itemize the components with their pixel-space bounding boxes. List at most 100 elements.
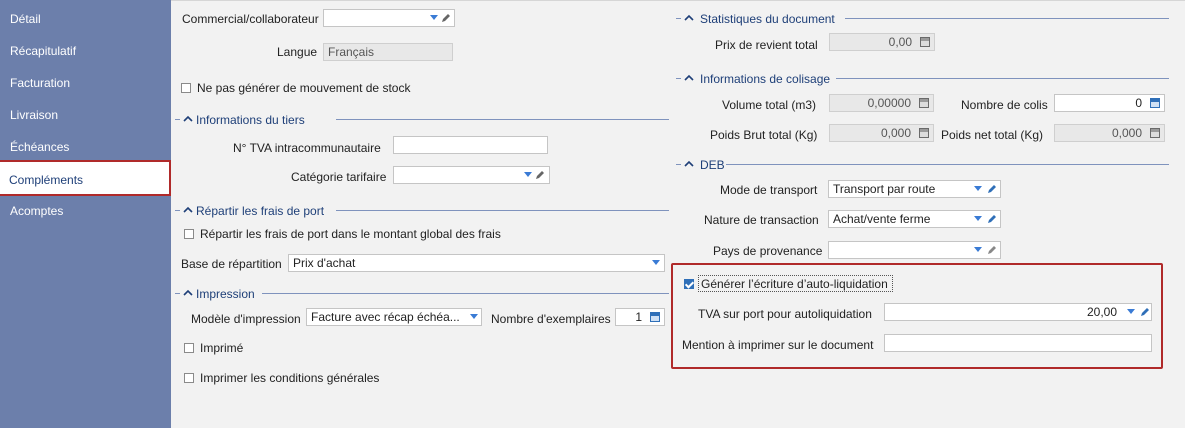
chevron-down-icon[interactable]	[1127, 309, 1135, 314]
section-dash	[676, 164, 681, 165]
sidebar-item-echeances[interactable]: Échéances	[10, 139, 69, 155]
section-dash	[175, 210, 180, 211]
chevron-down-icon[interactable]	[974, 216, 982, 221]
repartir-checkbox[interactable]	[184, 229, 194, 239]
langue-label: Langue	[277, 45, 318, 59]
provenance-label: Pays de provenance	[713, 244, 823, 258]
transport-select[interactable]: Transport par route	[828, 180, 1001, 198]
edit-pencil-icon[interactable]	[534, 169, 546, 181]
transaction-label: Nature de transaction	[704, 213, 819, 227]
collapse-chevron-icon[interactable]	[183, 206, 193, 214]
section-title-frais: Répartir les frais de port	[196, 204, 325, 218]
section-title-deb: DEB	[700, 158, 725, 172]
conditions-checkbox[interactable]	[184, 373, 194, 383]
autoliq-label: Générer l’écriture d’auto-liquidation	[701, 277, 888, 291]
calculator-icon	[920, 37, 930, 47]
edit-pencil-icon[interactable]	[1139, 306, 1151, 318]
tva-port-value: 20,00	[1086, 305, 1117, 319]
exemplaires-input[interactable]: 1	[615, 308, 665, 326]
section-title-colisage: Informations de colisage	[700, 72, 831, 86]
sidebar-item-recapitulatif[interactable]: Récapitulatif	[10, 43, 76, 59]
base-label: Base de répartition	[181, 257, 282, 271]
section-dash	[175, 293, 180, 294]
chevron-down-icon[interactable]	[430, 15, 438, 20]
base-select[interactable]: Prix d'achat	[288, 254, 665, 272]
section-line	[845, 18, 1169, 19]
calculator-icon	[919, 98, 929, 108]
calculator-icon	[1150, 128, 1160, 138]
poids-net-field: 0,000	[1054, 124, 1165, 142]
poids-brut-field: 0,000	[829, 124, 934, 142]
edit-pencil-icon[interactable]	[986, 183, 998, 195]
section-title-tiers: Informations du tiers	[196, 113, 305, 127]
no-stock-checkbox[interactable]	[181, 83, 191, 93]
calculator-icon[interactable]	[650, 312, 660, 322]
main-panel: Commercial/collaborateur Langue Français…	[171, 0, 1185, 428]
transaction-select[interactable]: Achat/vente ferme	[828, 210, 1001, 228]
provenance-select[interactable]	[828, 241, 1001, 259]
repartir-label: Répartir les frais de port dans le monta…	[200, 227, 501, 241]
section-dash	[175, 119, 180, 120]
tva-input[interactable]	[393, 136, 548, 154]
exemplaires-value: 1	[635, 310, 642, 324]
tva-label: N° TVA intracommunautaire	[233, 141, 381, 155]
langue-field: Français	[323, 43, 453, 61]
conditions-label: Imprimer les conditions générales	[200, 371, 380, 385]
sidebar-item-acomptes[interactable]: Acomptes	[10, 203, 63, 219]
mention-input[interactable]	[884, 334, 1152, 352]
modele-select[interactable]: Facture avec récap échéa...	[306, 308, 482, 326]
poids-net-label: Poids net total (Kg)	[941, 128, 1044, 142]
collapse-chevron-icon[interactable]	[183, 289, 193, 297]
section-line	[262, 293, 669, 294]
collapse-chevron-icon[interactable]	[684, 14, 694, 22]
poids-brut-label: Poids Brut total (Kg)	[710, 128, 818, 142]
collapse-chevron-icon[interactable]	[684, 160, 694, 168]
base-value: Prix d'achat	[293, 256, 356, 270]
prix-revient-label: Prix de revient total	[715, 38, 818, 52]
no-stock-label: Ne pas générer de mouvement de stock	[197, 81, 411, 95]
chevron-down-icon[interactable]	[470, 314, 478, 319]
collapse-chevron-icon[interactable]	[183, 115, 193, 123]
colis-input[interactable]: 0	[1054, 94, 1165, 112]
section-line	[336, 210, 669, 211]
volume-label: Volume total (m3)	[722, 98, 817, 112]
sidebar-item-complements[interactable]: Compléments	[0, 160, 171, 196]
exemplaires-label: Nombre d'exemplaires	[491, 312, 611, 326]
commercial-select[interactable]	[323, 9, 455, 27]
imprime-checkbox[interactable]	[184, 343, 194, 353]
volume-value: 0,00000	[867, 96, 911, 110]
sidebar-item-livraison[interactable]: Livraison	[10, 107, 58, 123]
poids-brut-value: 0,000	[880, 126, 911, 140]
edit-pencil-icon[interactable]	[440, 12, 452, 24]
chevron-down-icon[interactable]	[974, 247, 982, 252]
sidebar: Détail Récapitulatif Facturation Livrais…	[0, 0, 171, 428]
mention-label: Mention à imprimer sur le document	[682, 338, 874, 352]
modele-label: Modèle d'impression	[191, 312, 301, 326]
chevron-down-icon[interactable]	[524, 172, 532, 177]
prix-revient-value: 0,00	[888, 35, 912, 49]
section-line	[336, 119, 669, 120]
section-line	[836, 78, 1169, 79]
sidebar-item-detail[interactable]: Détail	[10, 11, 41, 27]
autoliq-checkbox[interactable]	[684, 279, 694, 289]
chevron-down-icon[interactable]	[652, 260, 660, 265]
chevron-down-icon[interactable]	[974, 186, 982, 191]
sidebar-item-facturation[interactable]: Facturation	[10, 75, 70, 91]
tva-port-select[interactable]: 20,00	[884, 303, 1152, 321]
calculator-icon	[919, 128, 929, 138]
collapse-chevron-icon[interactable]	[684, 74, 694, 82]
edit-pencil-icon[interactable]	[986, 213, 998, 225]
section-dash	[676, 78, 681, 79]
commercial-label: Commercial/collaborateur	[182, 12, 319, 26]
calculator-icon[interactable]	[1150, 98, 1160, 108]
modele-value: Facture avec récap échéa...	[311, 310, 460, 324]
volume-field: 0,00000	[829, 94, 934, 112]
tva-port-label: TVA sur port pour autoliquidation	[698, 307, 872, 321]
section-title-stats: Statistiques du document	[700, 12, 835, 26]
categorie-select[interactable]	[393, 166, 550, 184]
edit-pencil-icon[interactable]	[986, 244, 998, 256]
prix-revient-field: 0,00	[829, 33, 935, 51]
imprime-label: Imprimé	[200, 341, 244, 355]
poids-net-value: 0,000	[1111, 126, 1142, 140]
section-title-impression: Impression	[196, 287, 255, 301]
